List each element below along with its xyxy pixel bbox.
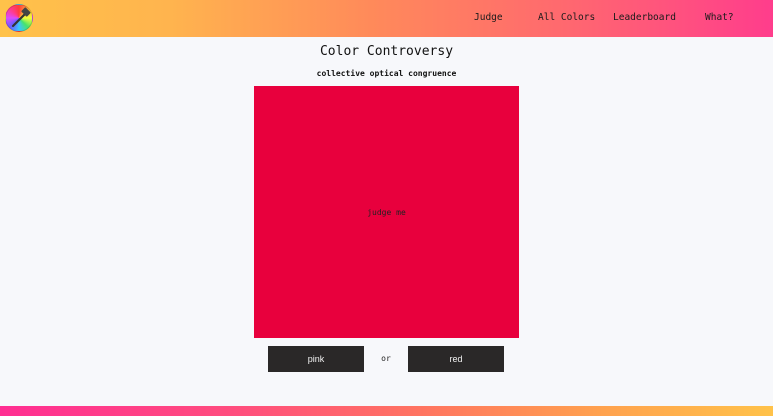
color-wheel-logo-icon[interactable]: [5, 4, 33, 32]
top-nav-bar: Judge All Colors Leaderboard What?: [0, 0, 773, 37]
nav-leaderboard[interactable]: Leaderboard: [613, 11, 676, 25]
color-swatch: judge me: [254, 86, 519, 338]
nav-judge[interactable]: Judge: [474, 11, 503, 25]
swatch-label: judge me: [367, 207, 406, 217]
nav-all-colors[interactable]: All Colors: [538, 11, 595, 25]
page-subtitle: collective optical congruence: [316, 69, 457, 78]
vote-pink-button[interactable]: pink: [268, 346, 364, 372]
or-separator: or: [381, 354, 391, 363]
vote-red-button[interactable]: red: [408, 346, 504, 372]
nav-what[interactable]: What?: [705, 11, 734, 25]
page-title: Color Controversy: [319, 44, 454, 59]
bottom-gradient-bar: [0, 406, 773, 416]
